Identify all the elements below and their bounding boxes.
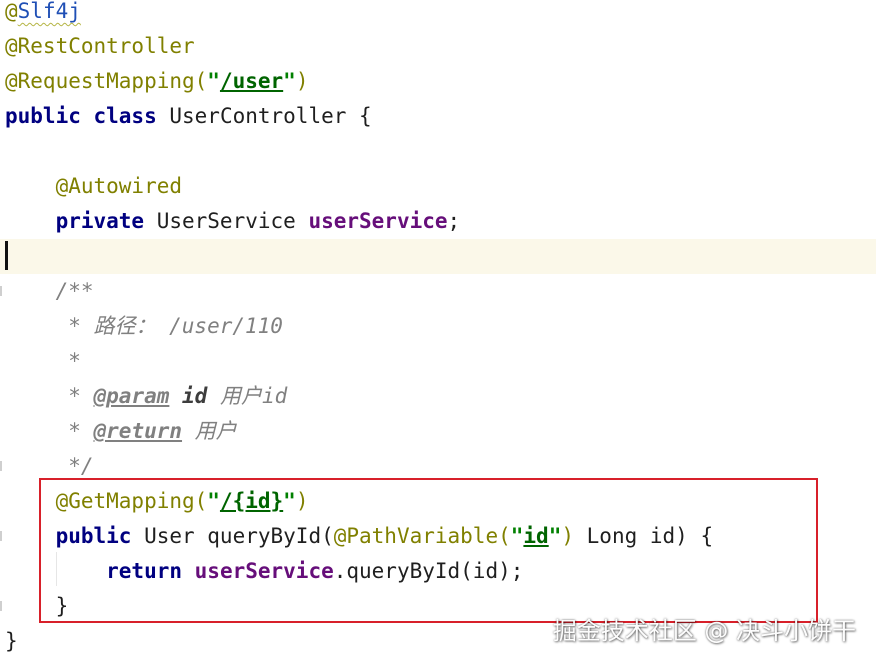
code-line[interactable]: @RequestMapping("/user") bbox=[5, 64, 308, 99]
code-token: " bbox=[207, 69, 220, 93]
code-token: UserController { bbox=[169, 104, 372, 128]
code-token: Slf4j bbox=[17, 0, 81, 23]
code-token: /** bbox=[5, 279, 94, 303]
code-token: * bbox=[5, 419, 94, 443]
code-token: */ bbox=[5, 454, 94, 478]
code-token: 用户id bbox=[207, 384, 288, 408]
code-line[interactable]: @Autowired bbox=[5, 169, 182, 204]
code-token: @RequestMapping( bbox=[5, 69, 208, 93]
code-token: ; bbox=[447, 209, 461, 233]
text-caret bbox=[5, 241, 8, 270]
code-line[interactable]: /** bbox=[5, 274, 94, 309]
code-token: * bbox=[5, 384, 94, 408]
code-line[interactable]: public class UserController { bbox=[5, 99, 372, 134]
code-token: * 路径： /user/110 bbox=[5, 314, 283, 338]
code-token: public class bbox=[5, 104, 170, 128]
fold-marker-method-end[interactable] bbox=[0, 601, 2, 611]
code-line[interactable]: @RestController bbox=[5, 29, 195, 64]
code-token: 用户 bbox=[182, 419, 237, 443]
fold-marker-doc-end[interactable] bbox=[0, 461, 2, 471]
code-token: @ bbox=[5, 0, 18, 23]
code-token: id bbox=[182, 384, 208, 408]
current-line-highlight bbox=[0, 239, 876, 274]
code-editor[interactable]: @Slf4j @RestController @RequestMapping("/u… bbox=[0, 0, 876, 662]
code-line[interactable]: * @param id 用户id bbox=[5, 379, 287, 414]
code-token: UserService bbox=[156, 209, 309, 233]
red-highlight-box bbox=[39, 478, 818, 623]
fold-marker-method-start[interactable] bbox=[0, 531, 2, 541]
code-token: @param bbox=[93, 384, 170, 408]
code-token: * bbox=[5, 349, 81, 373]
code-line[interactable]: * @return 用户 bbox=[5, 414, 237, 449]
code-token: ) bbox=[295, 69, 309, 93]
code-line[interactable]: * 路径： /user/110 bbox=[5, 309, 283, 344]
code-token: } bbox=[5, 629, 18, 653]
code-token: " bbox=[283, 69, 296, 93]
code-line[interactable]: } bbox=[5, 624, 18, 659]
fold-marker-doc-start[interactable] bbox=[0, 286, 2, 296]
code-token: userService bbox=[308, 209, 448, 233]
watermark-text: 掘金技术社区 @ 决斗小饼干 bbox=[552, 617, 856, 645]
code-token: /user bbox=[219, 69, 284, 93]
code-token: @RestController bbox=[5, 34, 195, 58]
code-token: private bbox=[5, 209, 157, 233]
code-token: @Autowired bbox=[5, 174, 183, 198]
code-token: @return bbox=[93, 419, 183, 443]
code-line[interactable]: * bbox=[5, 344, 81, 379]
code-line[interactable]: private UserService userService; bbox=[5, 204, 461, 239]
code-line[interactable]: @Slf4j bbox=[5, 0, 81, 29]
